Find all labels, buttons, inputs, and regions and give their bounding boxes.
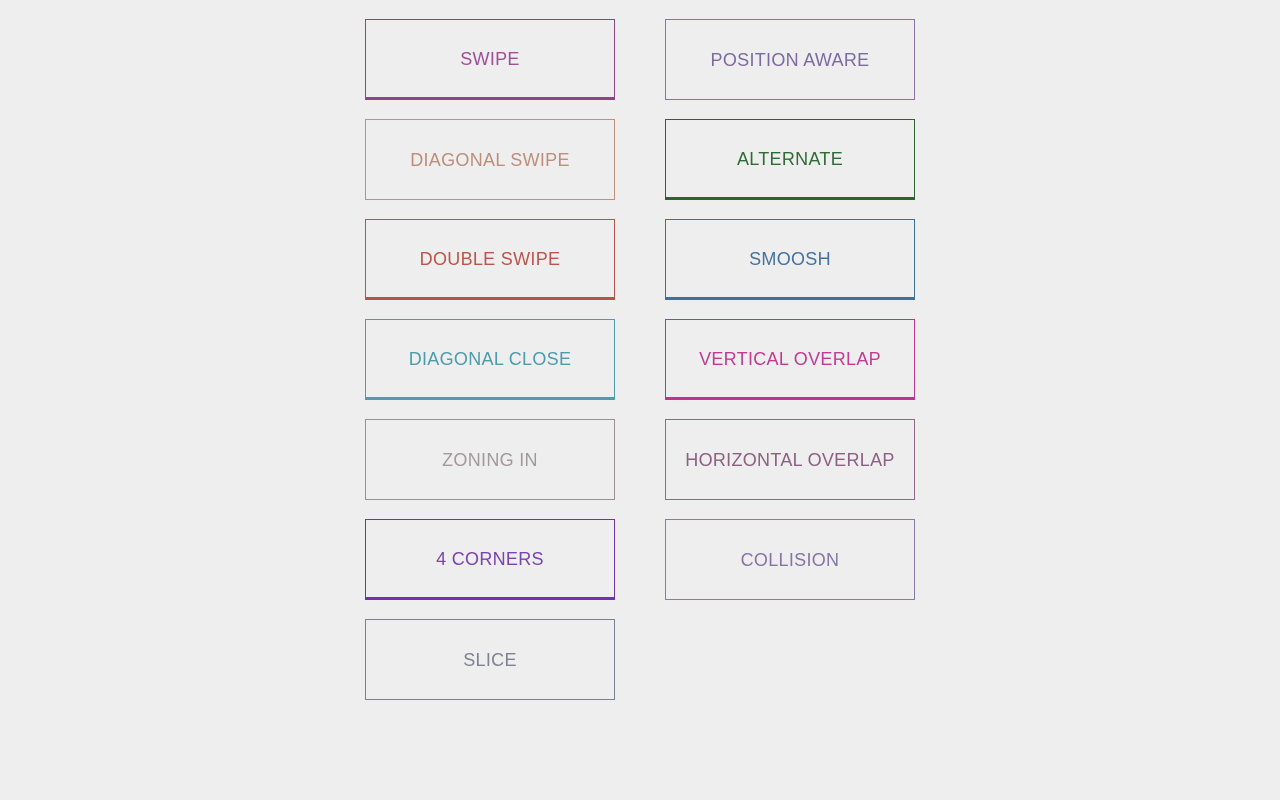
gesture-card-label: DOUBLE SWIPE: [419, 248, 561, 269]
gesture-card-grid: SWIPE POSITION AWARE DIAGONAL SWIPE ALTERNA…: [365, 19, 915, 700]
gesture-card-double-swipe[interactable]: DOUBLE SWIPE: [365, 219, 615, 300]
gesture-card-label: VERTICAL OVERLAP: [699, 348, 881, 369]
gesture-card-position-aware[interactable]: POSITION AWARE: [665, 19, 915, 100]
gesture-card-label: HORIZONTAL OVERLAP: [685, 449, 895, 470]
gesture-card-zoning-in[interactable]: ZONING IN: [365, 419, 615, 500]
gesture-card-alternate[interactable]: ALTERNATE: [665, 119, 915, 200]
gesture-card-label: SLICE: [463, 649, 517, 670]
gesture-card-smoosh[interactable]: SMOOSH: [665, 219, 915, 300]
gesture-card-diagonal-close[interactable]: DIAGONAL CLOSE: [365, 319, 615, 400]
gesture-card-label: POSITION AWARE: [710, 49, 870, 70]
gesture-card-horizontal-overlap[interactable]: HORIZONTAL OVERLAP: [665, 419, 915, 500]
gesture-card-label: 4 CORNERS: [436, 548, 544, 569]
gesture-card-collision[interactable]: COLLISION: [665, 519, 915, 600]
gesture-card-diagonal-swipe[interactable]: DIAGONAL SWIPE: [365, 119, 615, 200]
gesture-card-4-corners[interactable]: 4 CORNERS: [365, 519, 615, 600]
gesture-card-label: SWIPE: [460, 48, 520, 69]
gesture-card-swipe[interactable]: SWIPE: [365, 19, 615, 100]
gesture-card-label: DIAGONAL SWIPE: [410, 149, 570, 170]
gesture-card-label: DIAGONAL CLOSE: [408, 348, 572, 369]
gesture-card-label: ALTERNATE: [736, 148, 844, 169]
gesture-card-label: COLLISION: [740, 549, 840, 570]
gesture-card-label: ZONING IN: [442, 449, 538, 470]
gesture-card-label: SMOOSH: [749, 248, 831, 269]
gesture-card-slice[interactable]: SLICE: [365, 619, 615, 700]
gesture-card-vertical-overlap[interactable]: VERTICAL OVERLAP: [665, 319, 915, 400]
